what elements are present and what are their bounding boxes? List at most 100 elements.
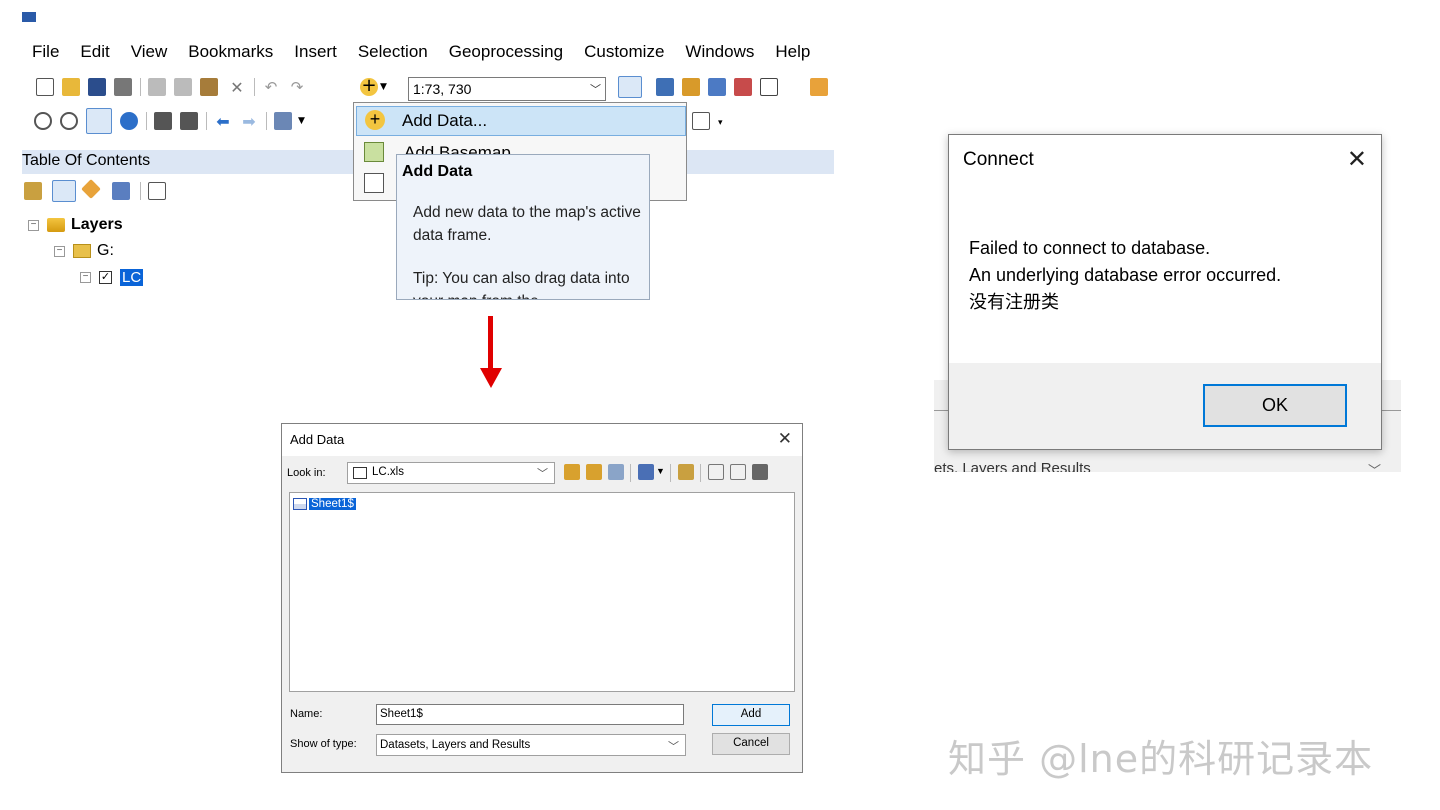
menu-edit[interactable]: Edit xyxy=(80,42,109,62)
chevron-down-icon: ﹀ xyxy=(590,84,601,96)
view-dropdown-arrow[interactable]: ▼ xyxy=(656,466,666,476)
toolbox-icon[interactable] xyxy=(730,464,746,480)
toolbar-options-arrow[interactable]: ▾ xyxy=(718,118,728,130)
full-extent-globe-icon[interactable] xyxy=(120,112,138,130)
close-icon[interactable]: ✕ xyxy=(1347,145,1367,174)
menu-bookmarks[interactable]: Bookmarks xyxy=(188,42,273,62)
connect-folder-icon[interactable] xyxy=(608,464,624,480)
list-by-drawing-order-icon[interactable] xyxy=(24,182,42,200)
chevron-down-icon: ﹀ xyxy=(537,468,548,480)
menu-file[interactable]: File xyxy=(32,42,59,62)
menu-help[interactable]: Help xyxy=(775,42,810,62)
fixed-zoom-out-icon[interactable] xyxy=(180,112,198,130)
editor-toolbar-icon[interactable] xyxy=(618,76,642,98)
watermark: 知乎 @lne的科研记录本 xyxy=(948,737,1374,781)
copy-icon[interactable] xyxy=(174,78,192,96)
menu-geoprocessing[interactable]: Geoprocessing xyxy=(449,42,563,62)
layers-label: Layers xyxy=(71,216,123,233)
select-dropdown-arrow[interactable]: ▼ xyxy=(298,116,308,126)
search-window-icon[interactable] xyxy=(708,78,726,96)
list-item[interactable]: Sheet1$ xyxy=(293,496,356,512)
forward-arrow-icon[interactable]: ➡ xyxy=(240,112,258,131)
layer-visibility-checkbox[interactable]: ✓ xyxy=(99,270,112,284)
menu-item-add-data-label: Add Data... xyxy=(402,111,488,130)
menu-view[interactable]: View xyxy=(131,42,168,62)
add-data-icon: + xyxy=(365,110,385,130)
database-icon[interactable] xyxy=(752,464,768,480)
new-folder-icon[interactable] xyxy=(678,464,694,480)
back-arrow-icon[interactable]: ⬅ xyxy=(214,112,232,131)
add-data-toolbar: ▼ xyxy=(564,462,802,484)
redo-icon[interactable]: ↷ xyxy=(288,78,306,96)
add-data-icon[interactable]: + xyxy=(360,77,378,96)
collapse-icon[interactable]: − xyxy=(54,245,65,257)
collapse-icon[interactable]: − xyxy=(80,271,91,283)
fixed-zoom-in-icon[interactable] xyxy=(154,112,172,130)
list-by-visibility-icon[interactable] xyxy=(81,179,101,199)
chevron-down-icon: ﹀ xyxy=(668,741,679,753)
modelbuilder-icon[interactable] xyxy=(810,78,828,96)
show-of-type-label: Show of type: xyxy=(290,738,357,750)
zoom-out-icon[interactable] xyxy=(60,112,78,130)
menu-item-add-data[interactable]: + Add Data... xyxy=(356,106,686,136)
red-arrow-shaft xyxy=(488,316,493,372)
cancel-button[interactable]: Cancel xyxy=(712,733,790,755)
tree-item-lc[interactable]: − ✓ LC xyxy=(80,266,144,288)
window-titlebar xyxy=(22,8,834,30)
home-icon[interactable] xyxy=(586,464,602,480)
tree-item-layers[interactable]: − Layers xyxy=(28,214,123,236)
dialog-title: Connect xyxy=(963,149,1034,170)
file-list[interactable]: Sheet1$ xyxy=(289,492,795,692)
up-one-level-icon[interactable] xyxy=(564,464,580,480)
select-features-icon[interactable] xyxy=(274,112,292,130)
add-data-dialog: Add Data ✕ Look in: LC.xls ﹀ ▼ Sheet1$ N… xyxy=(281,423,803,773)
catalog-icon[interactable] xyxy=(708,464,724,480)
behind-type-text: ets, Layers and Results xyxy=(934,460,1091,472)
layer-lc-label[interactable]: LC xyxy=(120,268,144,286)
pan-hand-icon[interactable] xyxy=(86,108,112,134)
list-item-label: Sheet1$ xyxy=(309,498,356,510)
ok-button[interactable]: OK xyxy=(1203,384,1347,427)
menu-selection[interactable]: Selection xyxy=(358,42,428,62)
cut-icon[interactable] xyxy=(148,78,166,96)
options-icon[interactable] xyxy=(148,182,166,200)
paste-icon[interactable] xyxy=(200,78,218,96)
catalog-icon[interactable] xyxy=(682,78,700,96)
chevron-down-icon: ﹀ xyxy=(1367,464,1381,472)
new-document-icon[interactable] xyxy=(36,78,54,96)
magnifier-icon[interactable] xyxy=(692,112,710,130)
look-in-value: LC.xls xyxy=(372,466,404,478)
red-arrow-head xyxy=(480,368,502,388)
arctoolbox-icon[interactable] xyxy=(734,78,752,96)
add-button[interactable]: Add xyxy=(712,704,790,726)
map-scale-combobox[interactable]: 1:73, 730 ﹀ xyxy=(408,77,606,101)
close-icon[interactable]: ✕ xyxy=(778,429,792,449)
look-in-label: Look in: xyxy=(287,467,326,479)
zoom-in-icon[interactable] xyxy=(34,112,52,130)
menu-customize[interactable]: Customize xyxy=(584,42,664,62)
delete-icon[interactable]: ✕ xyxy=(228,78,246,97)
list-by-selection-icon[interactable] xyxy=(112,182,130,200)
undo-icon[interactable]: ↶ xyxy=(262,78,280,96)
folder-icon xyxy=(73,244,91,258)
tooltip-tip: Tip: You can also drag data into your ma… xyxy=(413,270,630,299)
view-menu-icon[interactable] xyxy=(638,464,654,480)
look-in-combobox[interactable]: LC.xls ﹀ xyxy=(347,462,555,484)
tree-item-folder[interactable]: − G: xyxy=(54,240,114,262)
python-window-icon[interactable] xyxy=(760,78,778,96)
menu-windows[interactable]: Windows xyxy=(685,42,754,62)
collapse-icon[interactable]: − xyxy=(28,219,39,231)
tooltip-title: Add Data xyxy=(402,163,473,180)
add-data-dropdown-arrow[interactable]: ▼ xyxy=(380,82,390,92)
save-icon[interactable] xyxy=(88,78,106,96)
list-by-source-icon[interactable] xyxy=(52,180,76,202)
table-of-contents-icon[interactable] xyxy=(656,78,674,96)
standard-toolbar: ✕ ↶ ↷ + ▼ 1:73, 730 ﹀ xyxy=(22,72,834,102)
arcmap-window: File Edit View Bookmarks Insert Selectio… xyxy=(22,8,834,300)
show-of-type-select[interactable]: Datasets, Layers and Results ﹀ xyxy=(376,734,686,756)
menu-insert[interactable]: Insert xyxy=(294,42,337,62)
print-icon[interactable] xyxy=(114,78,132,96)
open-folder-icon[interactable] xyxy=(62,78,80,96)
name-input[interactable]: Sheet1$ xyxy=(376,704,684,725)
folder-label: G: xyxy=(97,242,114,259)
